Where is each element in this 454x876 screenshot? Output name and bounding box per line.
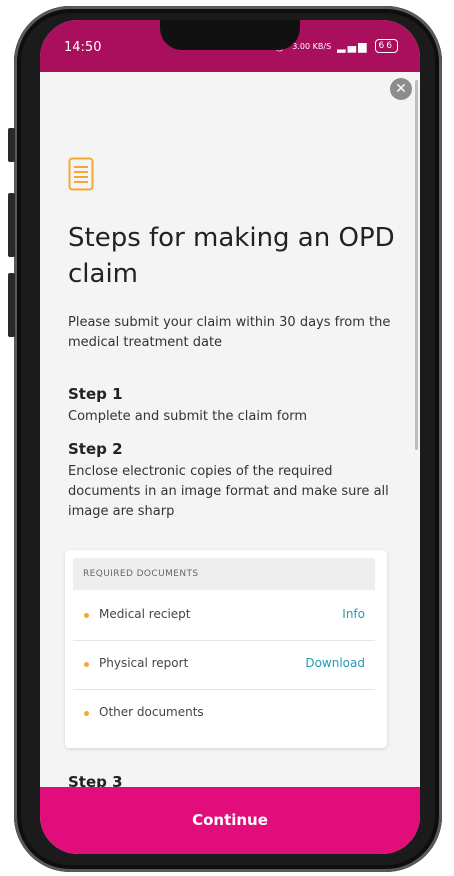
- signal-icon: ▂▄▆: [337, 39, 369, 53]
- battery-icon: 66: [374, 39, 398, 53]
- phone-volume-down-button: [8, 273, 15, 337]
- document-row-other-documents: Other documents: [73, 690, 375, 739]
- step-1-text: Complete and submit the claim form: [68, 409, 308, 424]
- document-row-medical-receipt: Medical reciept Info: [73, 592, 375, 641]
- required-documents-card: REQUIRED DOCUMENTS Medical reciept Info …: [65, 550, 387, 748]
- phone-screen: 14:50 ⇅ ◷ 3.00 KB/S ▂▄▆ 66 ✕ Steps for m…: [40, 20, 420, 854]
- network-speed: 3.00 KB/S: [292, 41, 332, 51]
- phone-side-button: [8, 128, 15, 162]
- required-documents-header: REQUIRED DOCUMENTS: [73, 558, 375, 590]
- intro-text: Please submit your claim within 30 days …: [68, 315, 391, 350]
- step-1-title: Step 1: [68, 385, 123, 403]
- document-row-physical-report: Physical report Download: [73, 641, 375, 690]
- document-label: Medical reciept: [99, 607, 191, 621]
- continue-button[interactable]: Continue: [40, 787, 420, 854]
- document-label: Physical report: [99, 656, 189, 670]
- page-title: Steps for making an OPD claim: [68, 223, 395, 289]
- close-icon[interactable]: ✕: [390, 78, 412, 100]
- info-link[interactable]: Info: [342, 607, 365, 621]
- document-label: Other documents: [99, 705, 204, 719]
- bullet-dot: [84, 613, 89, 618]
- bullet-dot: [84, 662, 89, 667]
- phone-volume-up-button: [8, 193, 15, 257]
- scrollbar[interactable]: [415, 80, 418, 450]
- step-2-title: Step 2: [68, 440, 123, 458]
- step-2-text: Enclose electronic copies of the require…: [68, 464, 389, 519]
- camera-notch: [160, 20, 300, 50]
- bullet-dot: [84, 711, 89, 716]
- status-time: 14:50: [64, 40, 102, 55]
- download-link[interactable]: Download: [305, 656, 365, 670]
- document-list-icon: [68, 157, 94, 195]
